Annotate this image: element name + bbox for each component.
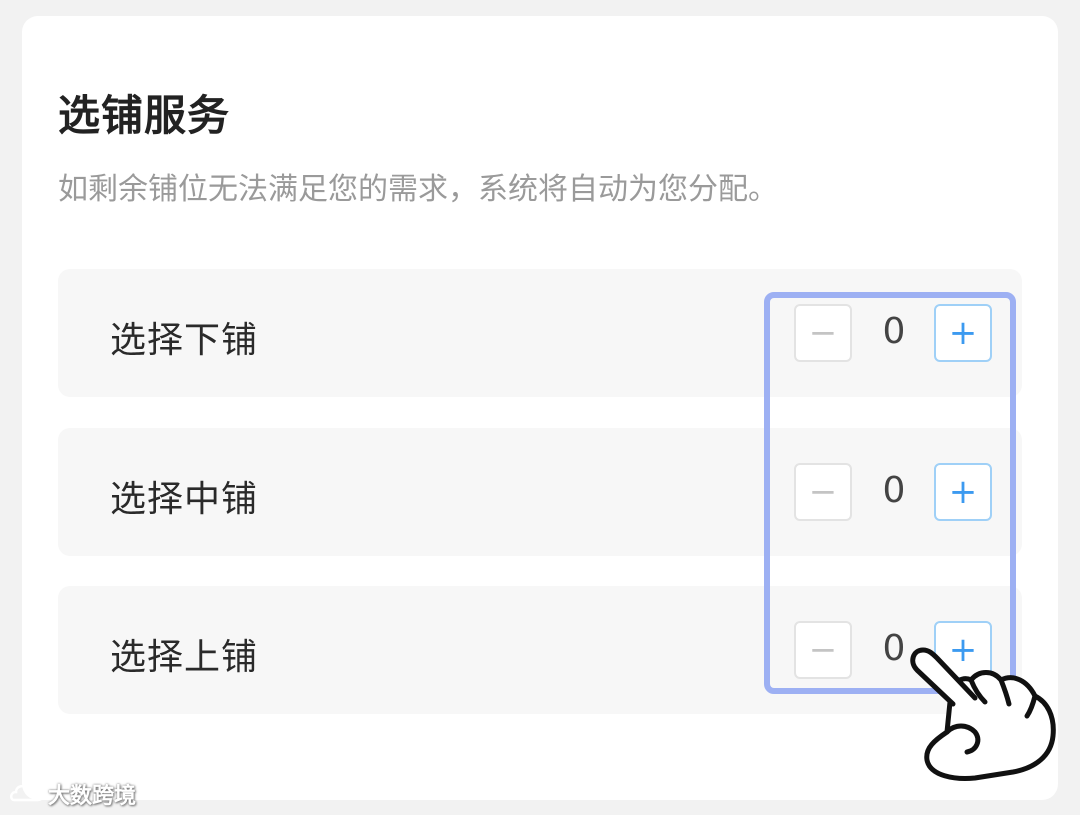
hand-pointer-icon: [910, 647, 1056, 781]
minus-icon: −: [808, 313, 838, 353]
middle-increment-button[interactable]: +: [934, 463, 992, 521]
lower-decrement-button[interactable]: −: [794, 304, 852, 362]
lower-increment-button[interactable]: +: [934, 304, 992, 362]
watermark-text: 大数跨境: [48, 784, 137, 809]
lower-quantity-value: 0: [882, 311, 906, 352]
section-subtitle: 如剩余铺位无法满足您的需求，系统将自动为您分配。: [58, 172, 778, 207]
middle-decrement-button[interactable]: −: [794, 463, 852, 521]
plus-icon: +: [948, 472, 978, 512]
upper-decrement-button[interactable]: −: [794, 621, 852, 679]
section-title: 选铺服务: [58, 91, 231, 140]
berth-row-lower: 选择下铺 − 0 +: [58, 269, 1022, 397]
berth-row-upper: 选择上铺 − 0 +: [58, 586, 1022, 714]
middle-quantity-value: 0: [882, 470, 906, 511]
minus-icon: −: [808, 472, 838, 512]
plus-icon: +: [948, 313, 978, 353]
cloud-logo-icon: [10, 784, 43, 802]
berth-label-middle: 选择中铺: [110, 479, 259, 520]
berth-label-lower: 选择下铺: [110, 320, 259, 361]
berth-label-upper: 选择上铺: [110, 637, 259, 678]
watermark: 大数跨境: [10, 778, 136, 810]
berth-row-middle: 选择中铺 − 0 +: [58, 428, 1022, 556]
minus-icon: −: [808, 630, 838, 670]
